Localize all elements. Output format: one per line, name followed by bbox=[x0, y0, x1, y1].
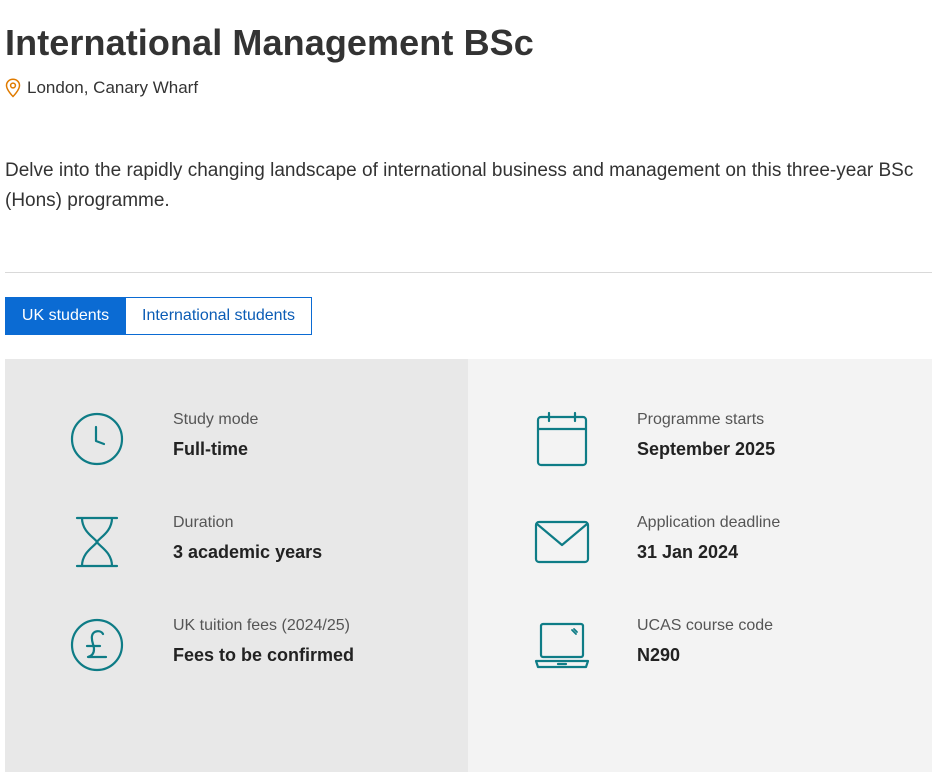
detail-value: 31 Jan 2024 bbox=[637, 542, 739, 562]
tab-international-students[interactable]: International students bbox=[126, 297, 312, 335]
laptop-icon bbox=[534, 617, 590, 673]
location: London, Canary Wharf bbox=[5, 78, 198, 98]
detail-application-deadline: Application deadline 31 Jan 2024 bbox=[468, 514, 932, 594]
clock-icon bbox=[69, 411, 125, 467]
page-title: International Management BSc bbox=[5, 22, 534, 63]
detail-value: 3 academic years bbox=[173, 542, 323, 562]
detail-label: Duration bbox=[173, 514, 234, 531]
detail-value: Full-time bbox=[173, 439, 248, 459]
detail-label: Programme starts bbox=[637, 411, 765, 428]
detail-label: UK tuition fees (2024/25) bbox=[173, 617, 350, 634]
detail-programme-starts: Programme starts September 2025 bbox=[468, 411, 932, 491]
detail-value: Fees to be confirmed bbox=[173, 645, 355, 665]
detail-ucas-code: UCAS course code N290 bbox=[468, 617, 932, 697]
pound-icon bbox=[69, 617, 125, 673]
details-column-right: Programme starts September 2025 Applicat… bbox=[468, 359, 932, 772]
tab-uk-students[interactable]: UK students bbox=[5, 297, 126, 335]
calendar-icon bbox=[534, 411, 590, 467]
detail-label: Application deadline bbox=[637, 514, 781, 531]
course-description: Delve into the rapidly changing landscap… bbox=[5, 160, 914, 211]
detail-value: N290 bbox=[637, 645, 681, 665]
detail-label: UCAS course code bbox=[637, 617, 774, 634]
detail-duration: Duration 3 academic years bbox=[5, 514, 468, 594]
details-column-left: Study mode Full-time Duration 3 academic… bbox=[5, 359, 468, 772]
detail-tuition-fees: UK tuition fees (2024/25) Fees to be con… bbox=[5, 617, 468, 697]
location-pin-icon bbox=[5, 78, 21, 98]
detail-study-mode: Study mode Full-time bbox=[5, 411, 468, 491]
hourglass-icon bbox=[69, 514, 125, 570]
divider bbox=[5, 272, 932, 273]
course-details-panel: Study mode Full-time Duration 3 academic… bbox=[5, 359, 932, 772]
detail-value: September 2025 bbox=[637, 439, 776, 459]
student-type-tabs: UK students International students bbox=[5, 297, 312, 335]
envelope-icon bbox=[534, 514, 590, 570]
location-text: London, Canary Wharf bbox=[27, 78, 199, 97]
detail-label: Study mode bbox=[173, 411, 259, 428]
